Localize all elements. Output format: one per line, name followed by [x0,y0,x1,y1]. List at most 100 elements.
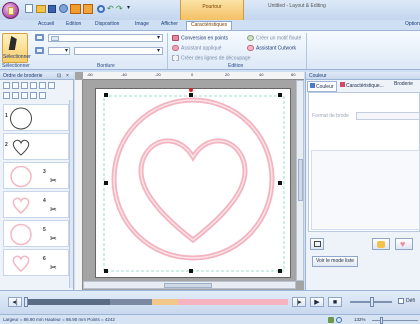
order-tool-5-icon[interactable] [39,82,46,89]
scroll-thumb[interactable] [298,159,303,201]
defi-checkbox[interactable] [398,298,404,304]
applique-wizard-label: Assistant appliqué [181,45,222,52]
zoom-slider[interactable] [372,317,418,324]
tab-caracteristique[interactable]: Caractéristique... [338,81,386,90]
options-label[interactable]: Option [405,22,420,27]
tab-broderie[interactable]: Broderie [392,81,415,88]
scissors-icon: ✂ [50,234,57,243]
panel-close-icon[interactable]: × [66,74,69,79]
blur-motif-button[interactable]: Créer un motif flouté [245,34,303,42]
zoom-fit-icon[interactable] [328,317,334,323]
select-button[interactable]: Sélectionner [2,33,31,63]
status-bar: Largeur = 86.90 mm Hauteur = 86.90 mm Po… [0,314,420,324]
speed-slider[interactable] [350,297,392,307]
stitch-slider-thumb[interactable] [24,297,28,307]
tab-afficher[interactable]: Afficher [157,21,182,30]
selection-handle[interactable] [278,93,282,97]
heart-icon: ♥ [400,239,406,249]
canvas-scrollbar-vertical[interactable] [296,80,304,281]
order-item-5[interactable]: 5 ✂ [3,220,69,247]
new-file-icon[interactable] [25,4,33,13]
cut-lines-button[interactable]: Créer des lignes de découpage [170,54,253,62]
border-icon-2[interactable] [35,47,44,54]
selection-handle[interactable] [189,269,193,273]
undo-icon[interactable]: ↶ [107,5,115,13]
open-folder-icon[interactable] [36,5,46,13]
tab-caracteristiques[interactable]: Caractéristiques [186,21,233,30]
ribbon-separator [167,33,168,69]
order-tool-11-icon[interactable] [39,92,46,99]
list-mode-button[interactable]: Voir le mode liste [312,256,359,267]
previous-stitch-button[interactable]: ◂| [8,297,22,307]
zoom-in-icon[interactable] [336,317,342,323]
tab-image[interactable]: Image [131,21,153,30]
tab-caracteristique-label: Caractéristique... [346,83,384,89]
stitch-slider-track[interactable] [24,297,288,307]
selection-handle[interactable] [104,269,108,273]
redo-icon[interactable]: ↷ [116,5,124,13]
refresh-icon[interactable] [97,5,105,13]
order-tool-10-icon[interactable] [30,92,37,99]
embroidery-format-field[interactable] [356,112,420,120]
order-item-4[interactable]: 4 ✂ [3,191,69,218]
magic-color-button[interactable] [372,238,390,250]
tab-disposition[interactable]: Disposition [91,21,123,30]
stitch-tab-icon [340,82,345,87]
applique-wizard-button[interactable]: Assistant appliqué [170,44,224,52]
tab-accueil[interactable]: Accueil [34,21,58,30]
border-width-combo[interactable]: ▾ [74,47,163,55]
speed-slider-thumb[interactable] [370,297,374,307]
app-menu-button[interactable] [2,2,19,19]
border-shape-combo[interactable]: ▾ [48,34,163,42]
scissors-icon: ✂ [50,176,57,185]
canvas-scrollbar-horizontal[interactable] [83,281,296,289]
send-icon[interactable] [59,4,68,13]
order-list-scrollbar[interactable] [69,100,73,288]
order-tool-1-icon[interactable] [3,82,10,89]
order-tool-7-icon[interactable] [3,92,10,99]
play-button[interactable]: ▶ [310,297,324,307]
selection-handle[interactable] [278,269,282,273]
stop-button[interactable]: ■ [328,297,342,307]
order-tool-6-icon[interactable] [48,82,55,89]
zoom-slider-thumb[interactable] [380,317,383,324]
convert-to-stitches-button[interactable]: Conversion en points [170,34,230,42]
heart-color-button[interactable]: ♥ [395,238,413,250]
item-number: 4 [43,198,46,204]
ruler-mark: 60 [291,72,296,77]
selection-handle[interactable] [278,181,282,185]
order-item-2[interactable] [3,133,69,160]
order-item-1[interactable] [3,104,69,131]
order-tool-4-icon[interactable] [30,82,37,89]
border-stitch-combo[interactable]: ▾ [48,47,70,55]
transfer-icon[interactable] [70,4,81,14]
group-label-border: Bordure [97,63,115,69]
order-tool-8-icon[interactable] [12,92,19,99]
tab-couleur[interactable]: Couleur [307,81,337,92]
preview-icon[interactable] [83,4,93,14]
order-item-6[interactable]: 6 ✂ [3,249,69,276]
order-item-3[interactable]: 3 ✂ [3,162,69,189]
order-tool-2-icon[interactable] [12,82,19,89]
add-color-button[interactable] [310,238,324,250]
scroll-thumb[interactable] [164,283,212,288]
panel-pin-icon[interactable]: ⊡ [57,74,61,79]
order-tool-9-icon[interactable] [21,92,28,99]
cutwork-wizard-button[interactable]: Assistant Cutwork [245,44,298,52]
quick-access-toolbar: ↶ ↷ ▾ [25,4,175,14]
chevron-down-icon: ▾ [64,48,68,54]
tab-edition[interactable]: Edition [62,21,85,30]
rotate-handle-icon[interactable] [189,88,193,92]
cutwork-icon [247,45,254,51]
context-tab-group: Pourtour [180,0,244,20]
order-tool-3-icon[interactable] [21,82,28,89]
selection-handle[interactable] [104,93,108,97]
border-icon-1[interactable] [35,34,44,41]
selection-handle[interactable] [104,181,108,185]
next-stitch-button[interactable]: |▸ [292,297,306,307]
ruler-mark: 40 [259,72,264,77]
selection-handle[interactable] [189,93,193,97]
customize-dropdown-icon[interactable]: ▾ [127,5,132,11]
save-icon[interactable] [48,5,56,13]
embroidery-hoop-area[interactable] [95,88,291,278]
